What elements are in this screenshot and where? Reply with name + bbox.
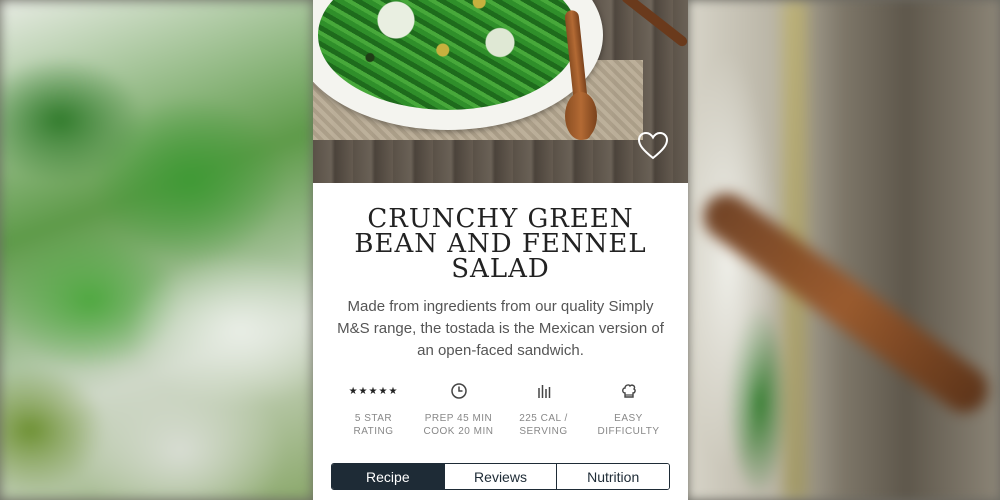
recipe-hero-image — [313, 0, 688, 183]
stat-calories: 225 cal / Serving — [501, 380, 586, 438]
background-spoon — [694, 184, 997, 422]
hero-spoon-head — [565, 92, 597, 140]
favorite-button[interactable] — [636, 129, 670, 163]
heart-outline-icon — [637, 131, 669, 160]
tab-nutrition[interactable]: Nutrition — [557, 464, 669, 489]
stat-time: Prep 45 min Cook 20 min — [416, 380, 501, 438]
stat-rating-line2: Rating — [353, 426, 394, 437]
recipe-stats: ★★★★★ 5 Star Rating Prep 45 min Cook 20 … — [331, 380, 671, 440]
stat-difficulty: Easy Difficulty — [586, 380, 671, 438]
stat-calories-label: 225 cal / Serving — [501, 412, 586, 438]
chef-hat-icon — [586, 380, 671, 402]
stat-difficulty-label: Easy Difficulty — [586, 412, 671, 438]
stat-calories-line1: 225 cal / — [519, 413, 568, 424]
recipe-card: Crunchy Green Bean and Fennel Salad Made… — [313, 0, 688, 500]
stat-difficulty-line1: Easy — [614, 413, 643, 424]
stat-rating: ★★★★★ 5 Star Rating — [331, 380, 416, 438]
stat-rating-line1: 5 Star — [354, 413, 393, 424]
clock-icon — [416, 380, 501, 402]
recipe-title: Crunchy Green Bean and Fennel Salad — [354, 204, 647, 284]
tab-reviews[interactable]: Reviews — [444, 464, 558, 489]
background-blur-right — [688, 0, 1000, 500]
stat-time-label: Prep 45 min Cook 20 min — [416, 412, 501, 438]
stat-difficulty-line2: Difficulty — [597, 426, 660, 437]
recipe-description: Made from ingredients from our quality S… — [337, 298, 664, 359]
stat-calories-line2: Serving — [519, 426, 568, 437]
recipe-tabs: Recipe Reviews Nutrition — [331, 463, 670, 490]
tab-recipe[interactable]: Recipe — [332, 464, 445, 489]
bars-icon — [501, 380, 586, 402]
five-stars-icon: ★★★★★ — [331, 380, 416, 402]
stat-rating-label: 5 Star Rating — [331, 412, 416, 438]
stat-time-line1: Prep 45 min — [424, 413, 493, 424]
background-blur-left — [0, 0, 313, 500]
star-rating-value: ★★★★★ — [348, 385, 399, 397]
stat-time-line2: Cook 20 min — [423, 426, 494, 437]
